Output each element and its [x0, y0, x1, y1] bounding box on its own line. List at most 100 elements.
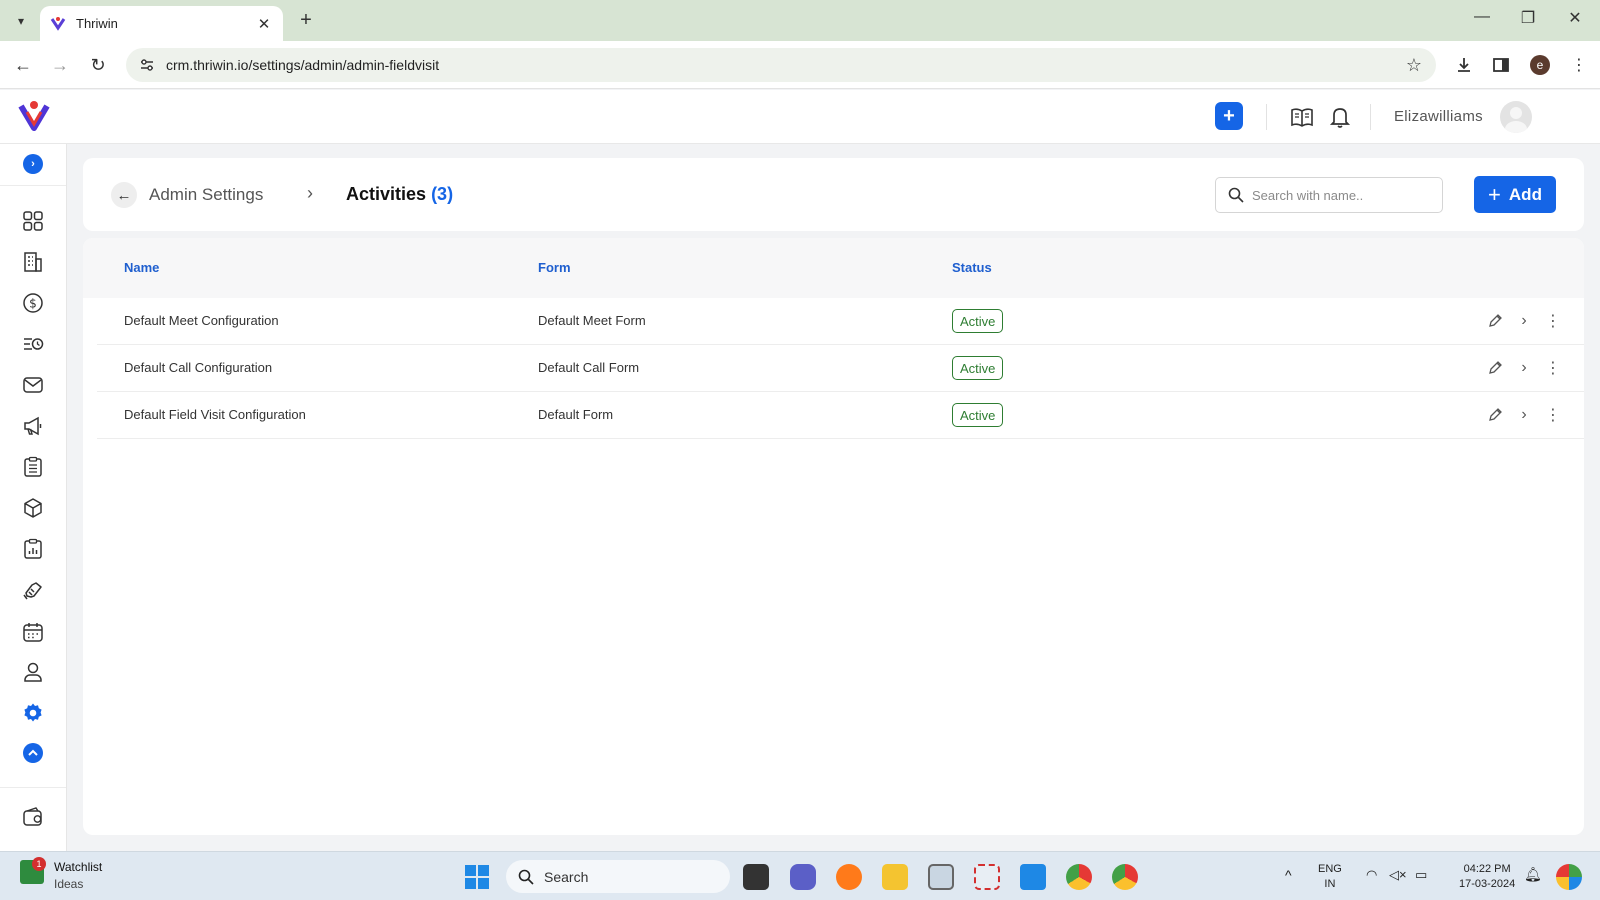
building-icon[interactable]: [21, 250, 45, 274]
edit-pencil-icon[interactable]: [1485, 358, 1505, 378]
breadcrumb-admin-settings[interactable]: Admin Settings: [149, 185, 263, 205]
download-icon[interactable]: [1452, 53, 1476, 77]
tab-search-chevron-icon[interactable]: ▾: [8, 8, 34, 34]
edit-pencil-icon[interactable]: [1485, 405, 1505, 425]
search-icon: [518, 869, 534, 885]
table-header: Name Form Status: [83, 238, 1584, 298]
taskbar-app-icon[interactable]: [743, 864, 769, 890]
windows-start-icon[interactable]: [464, 864, 490, 890]
browser-tab[interactable]: Thriwin ✕: [40, 6, 283, 41]
battery-icon[interactable]: ▭: [1415, 867, 1427, 882]
meet-app-icon[interactable]: [790, 864, 816, 890]
search-icon: [1228, 187, 1244, 203]
snipping-tool-icon[interactable]: [974, 864, 1000, 890]
clock[interactable]: 04:22 PM 17-03-2024: [1459, 862, 1515, 892]
minimize-icon[interactable]: —: [1467, 8, 1497, 26]
address-bar[interactable]: crm.thriwin.io/settings/admin/admin-fiel…: [126, 48, 1436, 82]
add-button[interactable]: + Add: [1474, 176, 1556, 213]
row-name: Default Meet Configuration: [124, 313, 279, 328]
show-hidden-icons-chevron-icon[interactable]: ^: [1285, 868, 1292, 883]
notification-center-bell-icon[interactable]: 🔔︎: [1524, 867, 1542, 882]
browser-tab-bar: ▾ Thriwin ✕ + — ❐ ✕: [0, 0, 1600, 41]
wallet-icon[interactable]: [21, 805, 45, 829]
reload-icon[interactable]: ↻: [86, 53, 110, 77]
file-explorer-icon[interactable]: [882, 864, 908, 890]
table-row[interactable]: Default Call Configuration Default Call …: [97, 345, 1584, 392]
sidebar-collapse-chevron-icon[interactable]: [21, 741, 45, 765]
new-tab-button[interactable]: +: [294, 9, 318, 32]
activities-table: Name Form Status Default Meet Configurat…: [83, 238, 1584, 835]
bookmark-star-icon[interactable]: ☆: [1406, 55, 1422, 76]
side-panel-icon[interactable]: [1489, 53, 1513, 77]
sidebar-divider: [0, 787, 66, 788]
back-arrow-icon[interactable]: ←: [111, 182, 137, 208]
page-title-count: (3): [431, 184, 454, 204]
svg-text:$: $: [29, 297, 37, 311]
search-box[interactable]: [1215, 177, 1443, 213]
taskbar-search-label: Search: [544, 868, 589, 885]
row-form: Default Form: [538, 407, 614, 422]
task-clock-icon[interactable]: [21, 332, 45, 356]
page-title: Activities (3): [346, 184, 453, 205]
knowledge-book-icon[interactable]: [1288, 103, 1316, 131]
browser-toolbar: ← → ↻ crm.thriwin.io/settings/admin/admi…: [0, 41, 1600, 89]
column-header-form[interactable]: Form: [538, 260, 571, 275]
chevron-right-icon[interactable]: ›: [1514, 405, 1534, 425]
quick-add-button[interactable]: +: [1215, 102, 1243, 130]
clipboard-list-icon[interactable]: [21, 455, 45, 479]
taskbar-search[interactable]: Search: [506, 860, 730, 893]
chevron-right-icon[interactable]: ›: [1514, 358, 1534, 378]
copilot-icon[interactable]: [1556, 864, 1582, 890]
column-header-name[interactable]: Name: [124, 260, 159, 275]
settings-gear-icon[interactable]: [21, 701, 45, 725]
chrome-profile-icon[interactable]: [1112, 864, 1138, 890]
row-name: Default Field Visit Configuration: [124, 407, 306, 422]
chevron-right-icon[interactable]: ›: [1514, 311, 1534, 331]
mail-icon[interactable]: [21, 373, 45, 397]
chrome-menu-icon[interactable]: ⋮: [1567, 53, 1591, 77]
tab-close-icon[interactable]: ✕: [255, 15, 273, 33]
dashboard-grid-icon[interactable]: [21, 209, 45, 233]
table-row[interactable]: Default Meet Configuration Default Meet …: [97, 298, 1584, 345]
sidebar-divider: [0, 185, 66, 186]
megaphone-icon[interactable]: [21, 414, 45, 438]
language-indicator[interactable]: ENG IN: [1318, 862, 1342, 892]
restore-icon[interactable]: ❐: [1513, 8, 1543, 28]
thriwin-logo[interactable]: [18, 100, 50, 134]
more-options-icon[interactable]: ⋮: [1543, 358, 1563, 378]
notification-bell-icon[interactable]: [1326, 103, 1354, 131]
widget-title[interactable]: Watchlist: [54, 860, 102, 874]
vscode-icon[interactable]: [1020, 864, 1046, 890]
wifi-icon[interactable]: ◠: [1366, 867, 1377, 882]
browser-profile-avatar[interactable]: e: [1530, 55, 1550, 75]
firefox-icon[interactable]: [836, 864, 862, 890]
plus-icon: +: [1488, 181, 1501, 207]
calendar-icon[interactable]: [21, 620, 45, 644]
row-name: Default Call Configuration: [124, 360, 273, 375]
search-input[interactable]: [1252, 187, 1432, 203]
thriwin-favicon-icon: [50, 16, 66, 32]
username-label[interactable]: Elizawilliams: [1394, 108, 1483, 125]
site-settings-icon[interactable]: [138, 56, 156, 74]
photos-app-icon[interactable]: [928, 864, 954, 890]
table-row[interactable]: Default Field Visit Configuration Defaul…: [97, 392, 1584, 439]
chrome-icon[interactable]: [1066, 864, 1092, 890]
report-clipboard-icon[interactable]: [21, 537, 45, 561]
window-close-icon[interactable]: ✕: [1560, 8, 1590, 28]
dollar-circle-icon[interactable]: $: [21, 291, 45, 315]
user-icon[interactable]: [21, 660, 45, 684]
language-code: ENG: [1318, 863, 1342, 875]
more-options-icon[interactable]: ⋮: [1543, 405, 1563, 425]
more-options-icon[interactable]: ⋮: [1543, 311, 1563, 331]
volume-muted-icon[interactable]: ◁×: [1389, 867, 1407, 882]
forward-arrow-icon[interactable]: →: [48, 53, 72, 77]
column-header-status[interactable]: Status: [952, 260, 992, 275]
product-box-icon[interactable]: [21, 496, 45, 520]
sidebar: › $: [0, 144, 67, 851]
back-arrow-icon[interactable]: ←: [11, 53, 35, 77]
user-avatar[interactable]: [1500, 101, 1532, 133]
edit-pencil-icon[interactable]: [1485, 311, 1505, 331]
sidebar-expand-chevron-icon[interactable]: ›: [23, 154, 43, 174]
add-button-label: Add: [1508, 184, 1542, 204]
handshake-icon[interactable]: [21, 578, 45, 602]
